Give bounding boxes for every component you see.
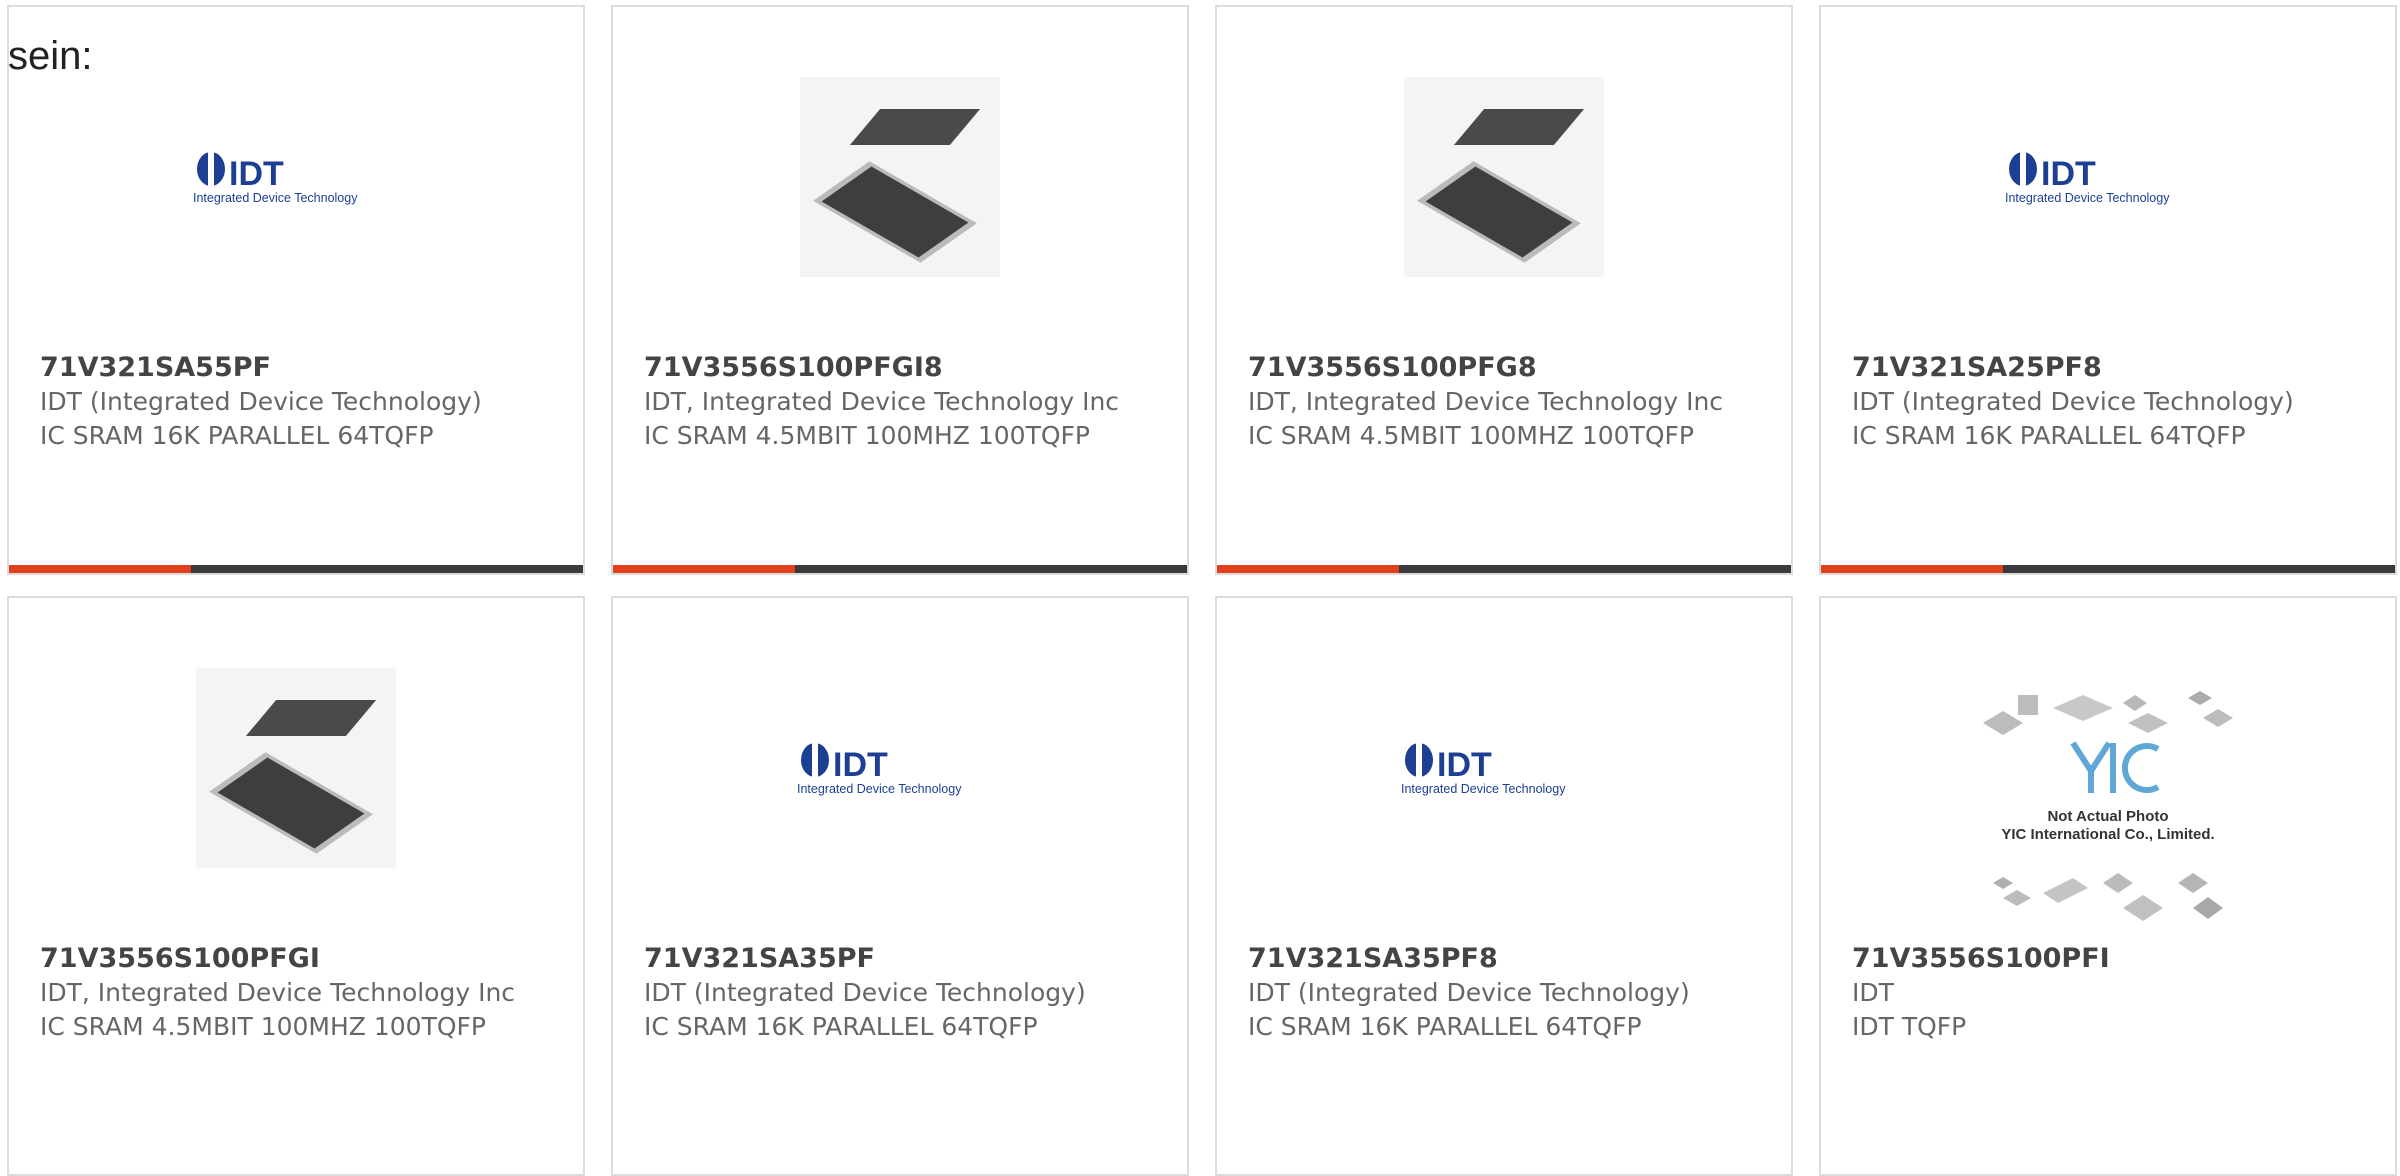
svg-text:Integrated Device Technology: Integrated Device Technology — [1401, 782, 1566, 796]
part-number-link[interactable]: 71V3556S100PFG8 — [1248, 351, 1771, 385]
manufacturer: IDT (Integrated Device Technology) — [1852, 387, 2294, 416]
svg-text:Integrated Device Technology: Integrated Device Technology — [193, 191, 358, 205]
svg-text:IDT: IDT — [1437, 746, 1492, 784]
product-card[interactable]: IDT Integrated Device Technology 71V321S… — [611, 596, 1189, 1176]
product-card[interactable]: IDT Integrated Device Technology 71V321S… — [7, 5, 585, 575]
manufacturer: IDT (Integrated Device Technology) — [644, 978, 1086, 1007]
product-image[interactable]: IDT Integrated Device Technology — [1217, 658, 1791, 878]
product-image[interactable]: Not Actual Photo YIC International Co., … — [1821, 683, 2395, 933]
manufacturer: IDT, Integrated Device Technology Inc — [40, 978, 516, 1007]
manufacturer: IDT, Integrated Device Technology Inc — [1248, 387, 1724, 416]
product-image[interactable] — [1217, 67, 1791, 287]
idt-logo-icon: IDT Integrated Device Technology — [2005, 151, 2170, 205]
tqfp-chip-icon — [196, 668, 396, 868]
yic-placeholder-icon: Not Actual Photo YIC International Co., … — [1983, 691, 2233, 921]
card-footer-bar — [9, 565, 583, 573]
description: IC SRAM 16K PARALLEL 64TQFP — [1852, 421, 2246, 450]
product-image[interactable] — [9, 658, 583, 878]
part-number-link[interactable]: 71V3556S100PFGI — [40, 942, 563, 976]
part-number-link[interactable]: 71V321SA25PF8 — [1852, 351, 2375, 385]
tqfp-chip-icon — [1404, 77, 1604, 277]
tqfp-chip-icon — [800, 77, 1000, 277]
part-number-link[interactable]: 71V3556S100PFGI8 — [644, 351, 1167, 385]
description: IC SRAM 16K PARALLEL 64TQFP — [1248, 1012, 1642, 1041]
description: IDT TQFP — [1852, 1012, 1967, 1041]
description: IC SRAM 4.5MBIT 100MHZ 100TQFP — [644, 421, 1090, 450]
svg-text:IDT: IDT — [833, 746, 888, 784]
svg-text:Integrated Device Technology: Integrated Device Technology — [797, 782, 962, 796]
description: IC SRAM 4.5MBIT 100MHZ 100TQFP — [40, 1012, 486, 1041]
idt-logo-icon: IDT Integrated Device Technology — [1401, 742, 1566, 796]
product-image[interactable]: IDT Integrated Device Technology — [9, 67, 583, 287]
product-card[interactable]: IDT Integrated Device Technology 71V321S… — [1819, 5, 2397, 575]
product-image[interactable] — [613, 67, 1187, 287]
part-number-link[interactable]: 71V321SA35PF — [644, 942, 1167, 976]
svg-text:Integrated Device Technology: Integrated Device Technology — [2005, 191, 2170, 205]
product-image[interactable]: IDT Integrated Device Technology — [613, 658, 1187, 878]
description: IC SRAM 16K PARALLEL 64TQFP — [40, 421, 434, 450]
product-card[interactable]: 71V3556S100PFGI IDT, Integrated Device T… — [7, 596, 585, 1176]
manufacturer: IDT (Integrated Device Technology) — [40, 387, 482, 416]
intro-text: sein: — [8, 34, 93, 78]
svg-text:Not Actual Photo: Not Actual Photo — [2047, 808, 2168, 825]
product-card[interactable]: 71V3556S100PFGI8 IDT, Integrated Device … — [611, 5, 1189, 575]
idt-logo-icon: IDT Integrated Device Technology — [797, 742, 962, 796]
part-number-link[interactable]: 71V321SA35PF8 — [1248, 942, 1771, 976]
manufacturer: IDT (Integrated Device Technology) — [1248, 978, 1690, 1007]
idt-logo-icon: IDT Integrated Device Technology — [193, 151, 358, 205]
card-footer-bar — [613, 565, 1187, 573]
product-card[interactable]: IDT Integrated Device Technology 71V321S… — [1215, 596, 1793, 1176]
description: IC SRAM 4.5MBIT 100MHZ 100TQFP — [1248, 421, 1694, 450]
product-card[interactable]: 71V3556S100PFG8 IDT, Integrated Device T… — [1215, 5, 1793, 575]
manufacturer: IDT — [1852, 978, 1894, 1007]
svg-text:IDT: IDT — [2041, 155, 2096, 193]
product-card[interactable]: Not Actual Photo YIC International Co., … — [1819, 596, 2397, 1176]
manufacturer: IDT, Integrated Device Technology Inc — [644, 387, 1120, 416]
svg-text:YIC International Co., Limited: YIC International Co., Limited. — [2001, 826, 2214, 843]
card-footer-bar — [1217, 565, 1791, 573]
part-number-link[interactable]: 71V3556S100PFI — [1852, 942, 2375, 976]
description: IC SRAM 16K PARALLEL 64TQFP — [644, 1012, 1038, 1041]
svg-text:IDT: IDT — [229, 155, 284, 193]
product-image[interactable]: IDT Integrated Device Technology — [1821, 67, 2395, 287]
card-footer-bar — [1821, 565, 2395, 573]
part-number-link[interactable]: 71V321SA55PF — [40, 351, 563, 385]
